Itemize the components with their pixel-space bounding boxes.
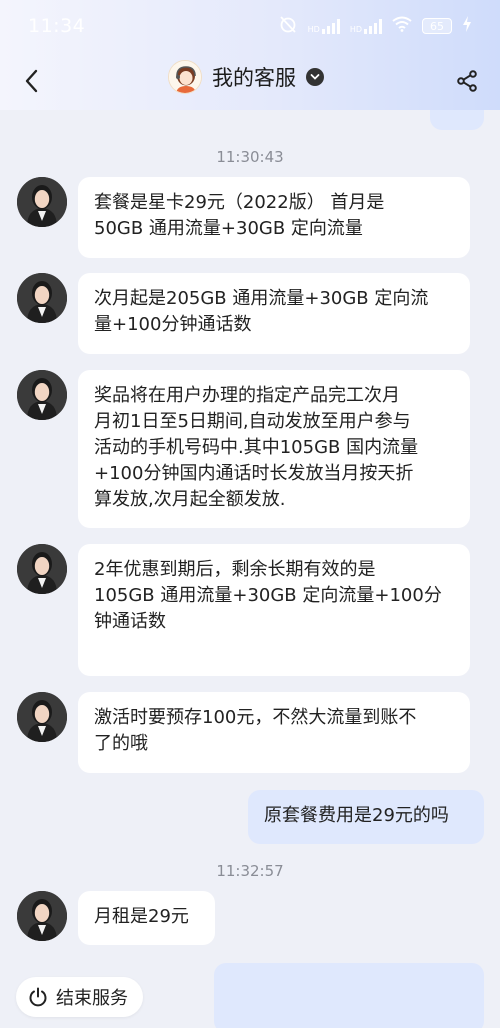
- wifi-icon: [392, 16, 412, 36]
- message-line: 奖品将在用户办理的指定产品完工次月: [94, 385, 400, 406]
- battery-icon: 65: [422, 18, 452, 34]
- title-group[interactable]: 我的客服: [168, 60, 324, 94]
- incoming-message: 奖品将在用户办理的指定产品完工次月 月初1日至5日期间,自动发放至用户参与 活动…: [78, 370, 470, 528]
- share-button[interactable]: [450, 64, 484, 98]
- message-line: 钟通话数: [94, 611, 166, 632]
- message-line: 2年优惠到期后，剩余长期有效的是: [94, 559, 376, 580]
- agent-avatar-icon: [168, 60, 202, 94]
- message-line: 105GB 通用流量+30GB 定向流量+100分: [94, 585, 442, 606]
- agent-avatar[interactable]: [17, 891, 67, 941]
- agent-avatar[interactable]: [17, 544, 67, 594]
- header: 11:34 HD HD 65 我的客服: [0, 0, 500, 110]
- message-line: 月初1日至5日期间,自动发放至用户参与: [94, 411, 411, 432]
- chat-area[interactable]: 11:30:43 套餐是星卡29元（2022版） 首月是 50GB 通用流量+3…: [0, 0, 500, 1028]
- incoming-message: 套餐是星卡29元（2022版） 首月是 50GB 通用流量+30GB 定向流量: [78, 177, 470, 258]
- signal-icon: HD: [350, 18, 382, 34]
- incoming-message: 2年优惠到期后，剩余长期有效的是 105GB 通用流量+30GB 定向流量+10…: [78, 544, 470, 676]
- message-line: 量+100分钟通话数: [94, 314, 252, 335]
- message-line: 50GB 通用流量+30GB 定向流量: [94, 218, 363, 239]
- timestamp: 11:30:43: [216, 148, 284, 166]
- status-bar: 11:34 HD HD 65: [0, 0, 500, 52]
- share-icon: [457, 70, 477, 92]
- incoming-message: 月租是29元: [78, 891, 215, 945]
- end-service-label: 结束服务: [56, 988, 128, 1009]
- message-line: 次月起是205GB 通用流量+30GB 定向流: [94, 288, 429, 309]
- network-type-label: HD: [307, 25, 320, 34]
- agent-avatar[interactable]: [17, 273, 67, 323]
- back-arrow-icon: [25, 69, 38, 93]
- message-line: 月租是29元: [94, 906, 189, 927]
- message-line: 了的哦: [94, 733, 148, 754]
- agent-avatar[interactable]: [17, 177, 67, 227]
- signal-icon: HD: [308, 18, 340, 34]
- status-time: 11:34: [28, 15, 86, 37]
- verified-chevron-icon: [306, 68, 324, 86]
- outgoing-message: 原套餐费用是29元的吗: [248, 790, 484, 844]
- power-icon: [29, 987, 47, 1007]
- status-icons: HD HD 65: [278, 15, 472, 37]
- outgoing-bubble-partial: [214, 963, 484, 1028]
- network-type-label: HD: [349, 25, 362, 34]
- message-line: 活动的手机号码中.其中105GB 国内流量: [94, 437, 419, 458]
- charging-icon: [462, 16, 472, 36]
- agent-avatar[interactable]: [17, 692, 67, 742]
- incoming-message: 次月起是205GB 通用流量+30GB 定向流 量+100分钟通话数: [78, 273, 470, 354]
- message-line: 算发放,次月起全额发放.: [94, 489, 286, 510]
- back-button[interactable]: [14, 64, 48, 98]
- message-line: 套餐是星卡29元（2022版） 首月是: [94, 192, 385, 213]
- nav-bar: 我的客服: [0, 52, 500, 108]
- alarm-off-icon: [278, 15, 298, 37]
- message-line: 激活时要预存100元，不然大流量到账不: [94, 707, 417, 728]
- message-line: +100分钟国内通话时长发放当月按天折: [94, 463, 414, 484]
- battery-level: 65: [430, 19, 444, 33]
- incoming-message: 激活时要预存100元，不然大流量到账不 了的哦: [78, 692, 470, 773]
- page-title: 我的客服: [212, 66, 296, 90]
- message-line: 原套餐费用是29元的吗: [264, 805, 449, 826]
- agent-avatar[interactable]: [17, 370, 67, 420]
- end-service-button[interactable]: 结束服务: [16, 977, 143, 1017]
- timestamp: 11:32:57: [216, 862, 284, 880]
